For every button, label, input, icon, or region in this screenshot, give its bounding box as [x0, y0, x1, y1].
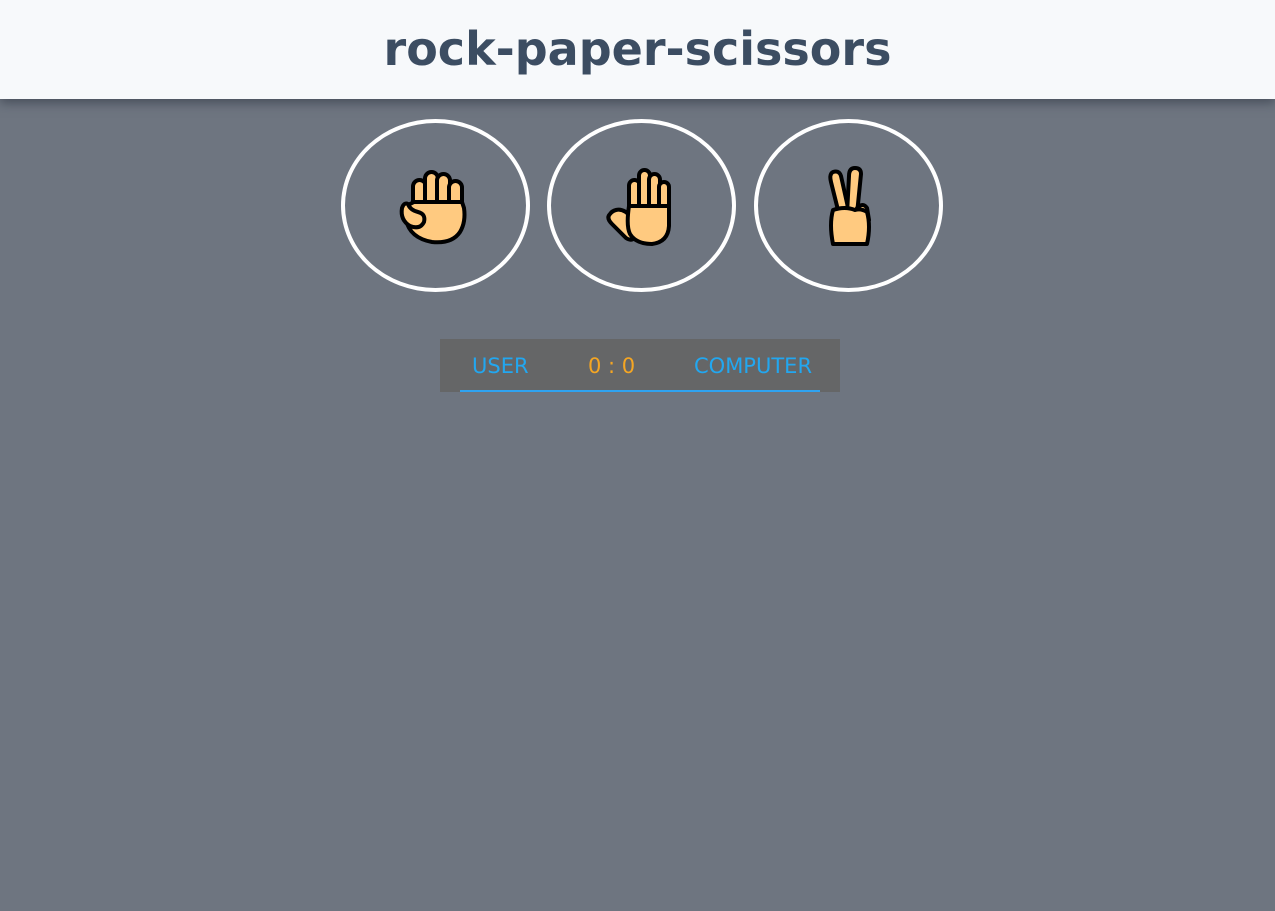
- choices-row: [0, 119, 1275, 292]
- scoreboard-underline: USER 0 : 0 COMPUTER: [460, 339, 820, 392]
- rock-button[interactable]: [341, 119, 530, 292]
- rock-fist-icon: [396, 164, 476, 248]
- scoreboard: USER 0 : 0 COMPUTER: [440, 339, 840, 392]
- scissors-victory-hand-icon: [809, 164, 889, 248]
- header-bar: rock-paper-scissors: [0, 0, 1275, 99]
- score-value: 0 : 0: [588, 354, 636, 378]
- scissors-button[interactable]: [754, 119, 943, 292]
- paper-button[interactable]: [547, 119, 736, 292]
- paper-hand-icon: [602, 164, 682, 248]
- computer-label: COMPUTER: [694, 354, 813, 378]
- user-label: USER: [472, 354, 529, 378]
- page-title: rock-paper-scissors: [383, 21, 892, 76]
